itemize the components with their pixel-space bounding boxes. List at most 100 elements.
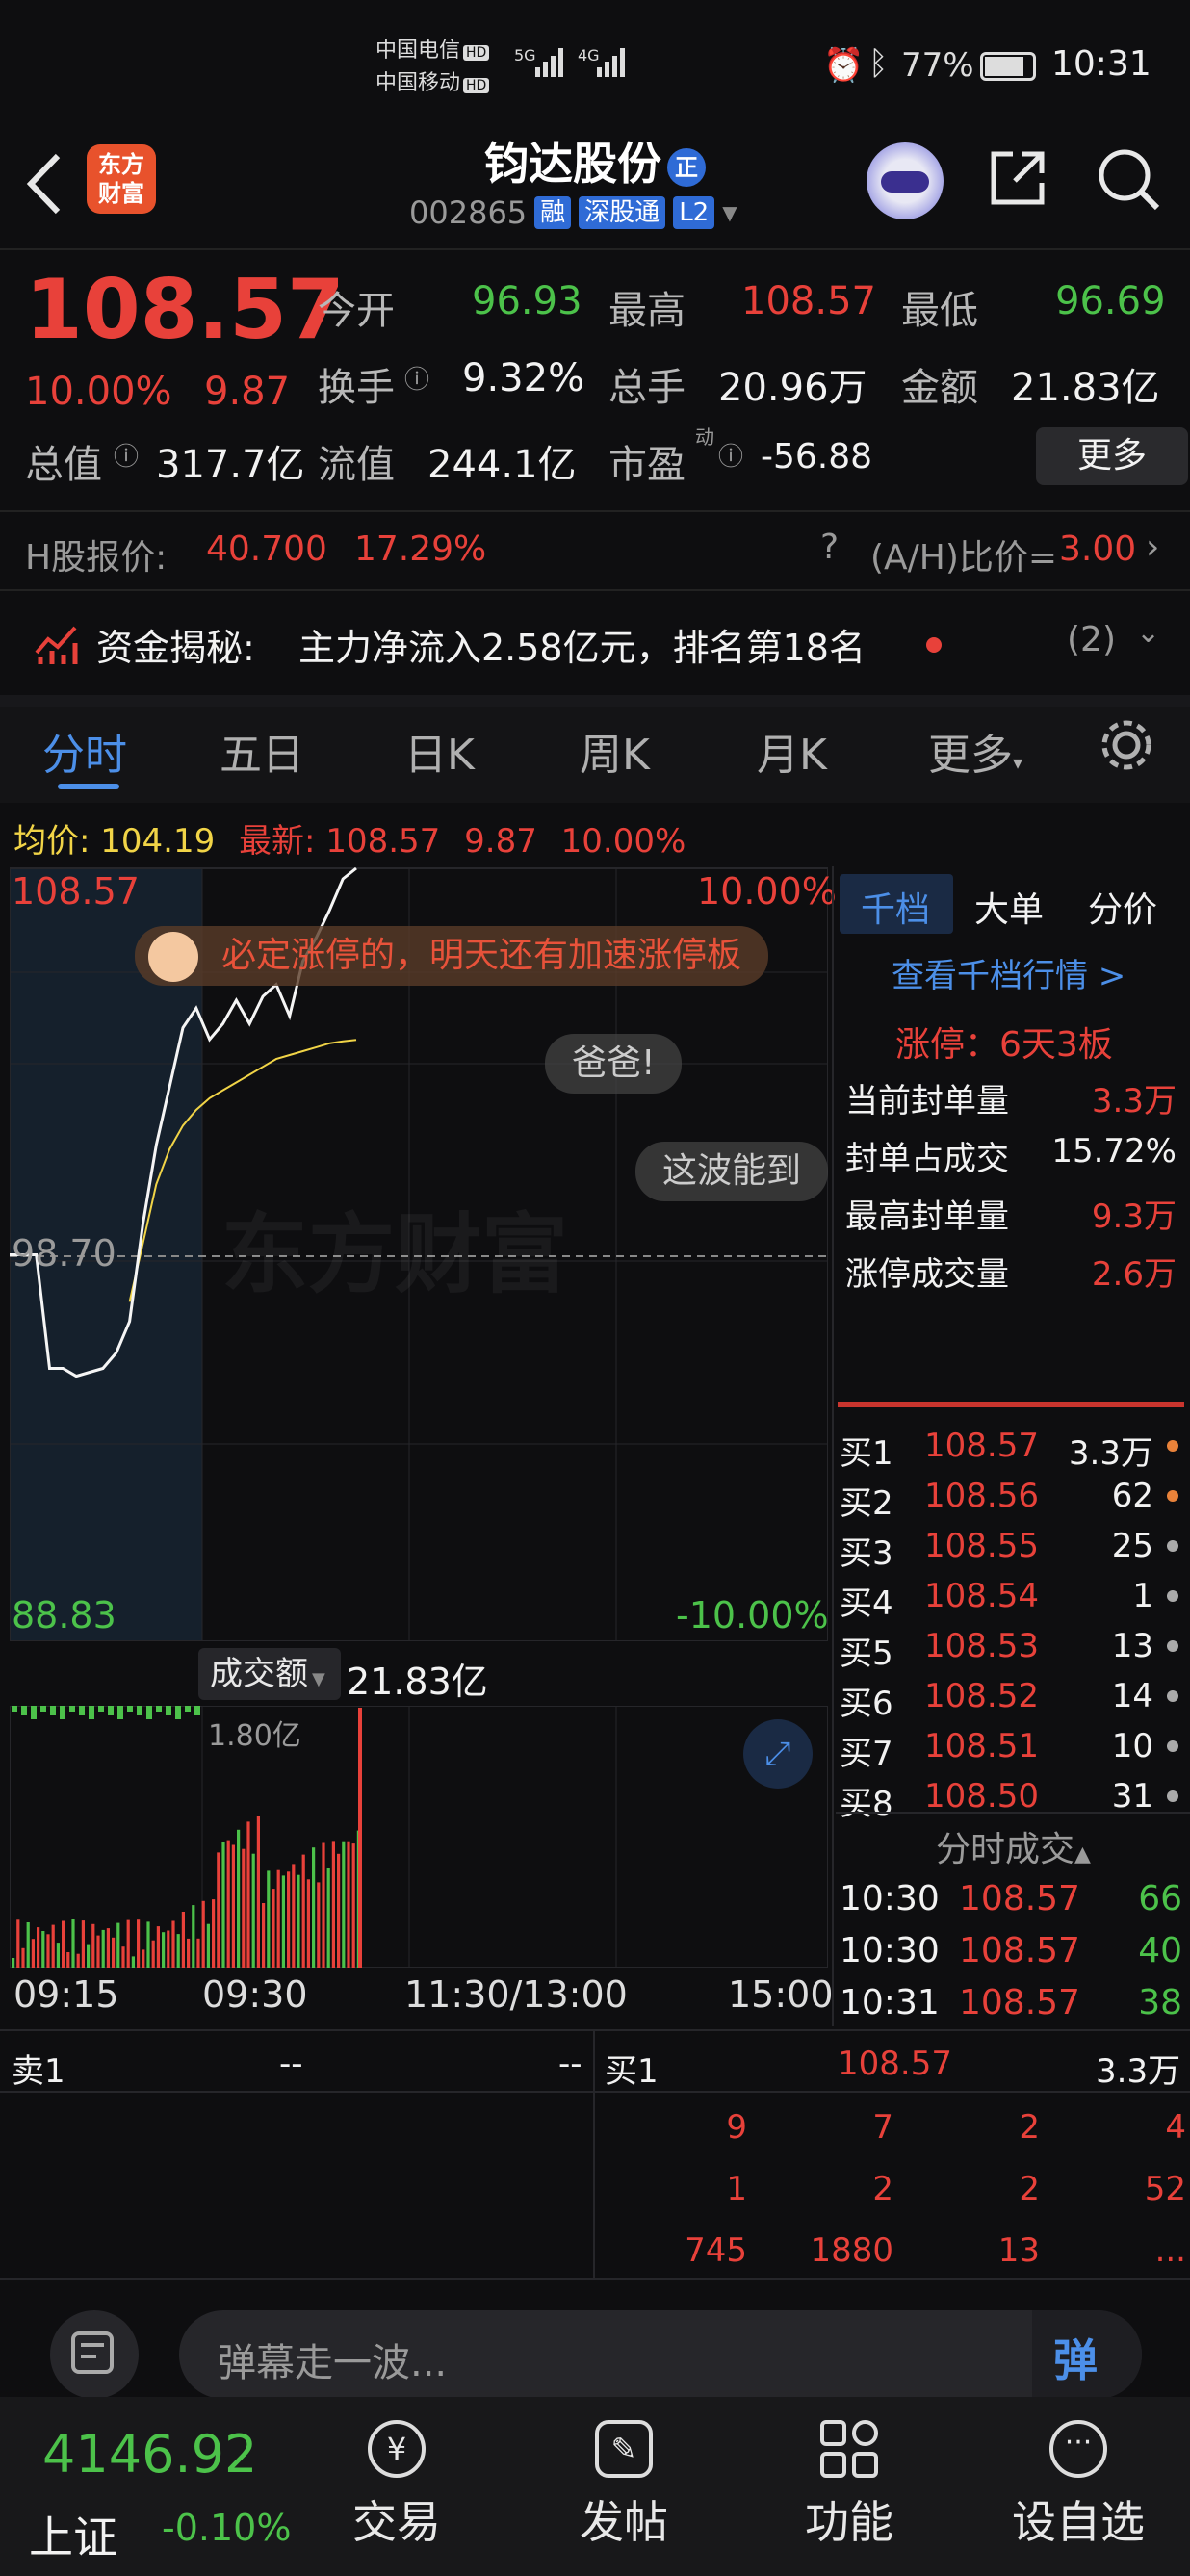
volume-bar xyxy=(181,1912,185,1968)
tick-price: 108.57 xyxy=(959,1931,1080,1971)
volume-bar xyxy=(217,1852,220,1968)
volume-bar xyxy=(297,1874,300,1968)
tick-time: 10:31 xyxy=(840,1983,940,2022)
order-dot xyxy=(1167,1640,1178,1652)
bid-price: 108.56 xyxy=(924,1477,1039,1515)
volume-bar xyxy=(347,1841,350,1968)
bid-volume: 31 xyxy=(1111,1777,1153,1816)
index-value: 4146.92 xyxy=(42,2424,258,2485)
tick-time: 10:30 xyxy=(840,1879,940,1919)
volume-bar xyxy=(272,1889,275,1968)
stock-code: 002865 xyxy=(409,194,528,231)
share-icon[interactable] xyxy=(986,146,1049,210)
chevron-down-icon[interactable]: ▼ xyxy=(722,201,737,224)
intraday-chart[interactable]: 东方财富 108.57 10.00% 98.70 88.83 -10.00% 必… xyxy=(10,866,837,1641)
volume-bar xyxy=(175,1706,181,1719)
volume-label: 总手 xyxy=(608,366,686,410)
time-label: 09:15 xyxy=(13,1973,119,2016)
volume-bar xyxy=(142,1949,145,1968)
quote-panel: 108.57 10.00% 9.87 今开 96.93 最高 108.57 最低… xyxy=(0,250,1190,510)
volume-bar xyxy=(69,1706,75,1712)
limit-stat-label: 最高封单量 xyxy=(845,1198,1009,1236)
volume-bar xyxy=(287,1871,291,1968)
nav-functions[interactable]: 功能 xyxy=(791,2420,907,2551)
expand-icon[interactable]: ⤢ xyxy=(743,1719,813,1789)
queue-cell: 13 xyxy=(997,2231,1040,2270)
fund-chart-icon xyxy=(35,626,78,664)
ai-assistant-icon[interactable] xyxy=(867,142,944,219)
volume-bar xyxy=(50,1706,56,1715)
nav-post[interactable]: ✎ 发帖 xyxy=(566,2420,682,2551)
nav-add-watchlist[interactable]: ··· 设自选 xyxy=(1001,2420,1155,2551)
danmu-settings-button[interactable] xyxy=(50,2310,139,2399)
tab-weekly-k[interactable]: 周K xyxy=(580,720,650,782)
change-percent: 10.00% xyxy=(25,370,172,414)
bid-volume: 3.3万 xyxy=(1068,1434,1153,1473)
volume-type-selector[interactable]: 成交额 ▼ xyxy=(198,1648,341,1700)
volume-bar xyxy=(116,1922,120,1968)
volume-bar xyxy=(126,1919,130,1968)
volume-bar xyxy=(81,1920,85,1968)
tab-more[interactable]: 更多▾ xyxy=(928,720,1022,782)
index-ticker[interactable]: 4146.92 上证 -0.10% xyxy=(0,2397,318,2576)
volume-bar xyxy=(162,1932,166,1968)
info-icon[interactable]: ⓘ xyxy=(404,360,429,396)
tab-intraday[interactable]: 分时 xyxy=(42,720,127,782)
bid-level-label: 买7 xyxy=(840,1735,893,1773)
tab-thousand-levels[interactable]: 千档 xyxy=(861,882,930,932)
danmu-bubble: 必定涨停的，明天还有加速涨停板 xyxy=(135,926,769,986)
queue-cell: 745 xyxy=(685,2231,747,2270)
help-icon[interactable]: ? xyxy=(820,528,839,567)
volume-bar xyxy=(12,1958,15,1968)
time-label: 11:30/13:00 xyxy=(404,1973,628,2016)
search-icon[interactable] xyxy=(1096,146,1161,212)
bid-volume: 25 xyxy=(1111,1527,1153,1565)
queue-cell: 2 xyxy=(872,2170,893,2208)
volume-bar xyxy=(156,1706,162,1712)
bid-price: 108.51 xyxy=(924,1727,1039,1765)
volume-value: 20.96万 xyxy=(718,366,867,410)
bid-price: 108.52 xyxy=(924,1677,1039,1715)
sell1-price: -- xyxy=(279,2045,303,2083)
volume-bar xyxy=(231,1844,235,1968)
chevron-down-icon[interactable]: ⌄ xyxy=(1136,616,1160,650)
pe-dynamic-mark: 动 xyxy=(695,425,714,449)
queue-cell: 9 xyxy=(726,2108,747,2147)
volume-chart: 1.80亿 ⤢ xyxy=(9,1705,829,1969)
volume-bar xyxy=(351,1843,355,1968)
danmu-input[interactable]: 弹幕走一波... 弹 xyxy=(179,2310,1142,2399)
volume-bar xyxy=(31,1939,35,1968)
settings-gear-icon[interactable] xyxy=(1098,716,1155,774)
volume-bar xyxy=(106,1928,110,1968)
y-axis-top-pct: 10.00% xyxy=(697,870,837,913)
nav-trade[interactable]: ¥ 交易 xyxy=(339,2420,454,2551)
tab-big-orders[interactable]: 大单 xyxy=(974,882,1044,932)
tab-monthly-k[interactable]: 月K xyxy=(757,720,827,782)
change-value: 9.87 xyxy=(204,370,291,414)
view-levels-link[interactable]: 查看千档行情 > xyxy=(892,949,1125,996)
sell1-label: 卖1 xyxy=(12,2052,65,2091)
order-book-divider xyxy=(838,1402,1184,1407)
volume-bar xyxy=(131,1956,135,1968)
tab-five-day[interactable]: 五日 xyxy=(220,720,304,782)
info-icon[interactable]: ⓘ xyxy=(718,437,743,473)
h-share-pct: 17.29% xyxy=(354,529,487,569)
stock-code-line: 002865 融 深股通 L2 ▼ xyxy=(409,194,737,231)
volume-bar xyxy=(185,1706,191,1712)
tab-price-dist[interactable]: 分价 xyxy=(1088,882,1157,932)
volume-bar xyxy=(37,1927,40,1968)
fund-flow-banner[interactable]: 资金揭秘: 主力净流入2.58亿元，排名第18名 (2) ⌄ xyxy=(0,597,1190,693)
danmu-send-button[interactable]: 弹 xyxy=(1032,2310,1142,2399)
bid-level-label: 买8 xyxy=(840,1785,893,1823)
more-button[interactable]: 更多 xyxy=(1036,427,1188,485)
volume-bar xyxy=(16,1919,20,1968)
info-icon[interactable]: ⓘ xyxy=(114,437,139,473)
low-label: 最低 xyxy=(901,289,978,333)
volume-bar xyxy=(251,1853,255,1968)
h-share-row[interactable]: H股报价: 40.700 17.29% ? (A/H)比价= 3.00 › xyxy=(0,520,1190,587)
tab-daily-k[interactable]: 日K xyxy=(404,720,475,782)
ticks-title[interactable]: 分时成交▲ xyxy=(936,1821,1091,1871)
queue-cell: 1 xyxy=(726,2170,747,2208)
volume-bar xyxy=(127,1706,133,1712)
volume-bar xyxy=(101,1929,105,1968)
